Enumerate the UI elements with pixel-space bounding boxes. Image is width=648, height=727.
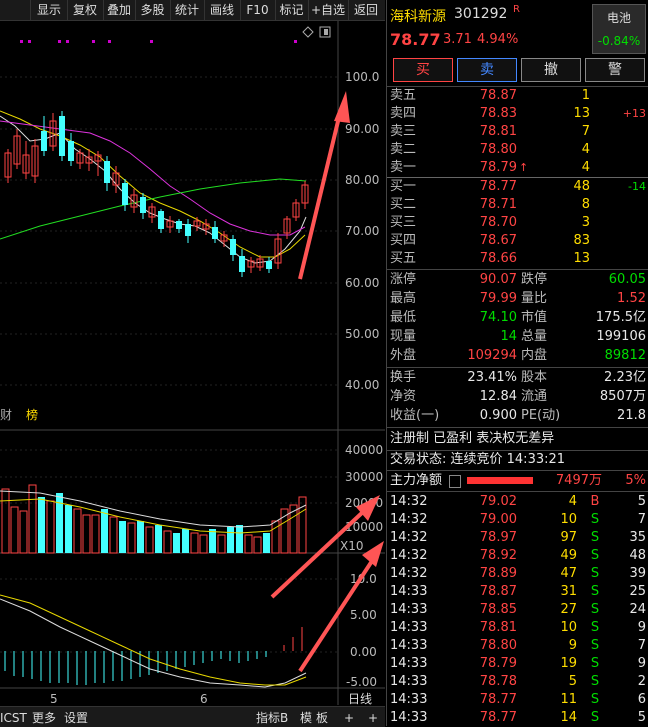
stat-row: 涨停 90.07 跌停 60.05: [390, 272, 646, 287]
chart-bottom-bar: ICST 更多 设置 指标B 模 板 + +: [0, 706, 385, 727]
add-panel-button[interactable]: +: [368, 709, 378, 727]
main-flow-label: 主力净额: [390, 473, 443, 488]
tick-row: 14:33 78.85 27 S 24: [390, 602, 646, 617]
tab-settings[interactable]: 设置: [64, 709, 88, 727]
toolbar-spacer: [0, 0, 31, 20]
ask-row: 卖五 78.87 1: [390, 88, 590, 103]
stat-row: 净资 12.84 流通 8507万: [390, 389, 646, 404]
list-icon: [449, 475, 461, 488]
price-tick: 90.00: [345, 122, 379, 136]
stat-row: 现量 14 总量 199106: [390, 329, 646, 344]
bid-row: 买四 78.67 83: [390, 233, 590, 248]
ask-row: 卖二 78.80 4: [390, 142, 590, 157]
toolbar-display[interactable]: 显示: [31, 0, 68, 20]
date-label: 5: [50, 692, 58, 705]
date-label: 6: [200, 692, 208, 705]
ask-row: 卖一 78.79 ↑ 4: [390, 160, 590, 175]
tab-indicator-b[interactable]: 指标B: [256, 709, 288, 727]
bid-row: 买二 78.71 8: [390, 197, 590, 212]
period-label: 日线: [348, 692, 372, 705]
trading-status: 交易状态: 连续竞价 14:33:21: [390, 452, 566, 467]
toolbar-draw[interactable]: 画线: [204, 0, 241, 20]
toolbar-stats[interactable]: 统计: [170, 0, 205, 20]
sector-tile[interactable]: 电池 -0.84%: [592, 4, 646, 54]
tab-icst[interactable]: ICST: [0, 709, 27, 727]
sector-change: -0.84%: [597, 34, 641, 48]
toolbar-multi-stock[interactable]: 多股: [135, 0, 171, 20]
stock-tags: 注册制 已盈利 表决权无差异: [390, 431, 555, 446]
quote-panel: 海科新源 301292 R 78.77 3.71 4.94% 电池 -0.84%…: [386, 0, 648, 726]
tick-row: 14:33 78.77 11 S 6: [390, 692, 646, 707]
tick-row: 14:33 78.80 9 S 7: [390, 638, 646, 653]
tick-row: 14:33 78.77 14 S 5: [390, 710, 646, 725]
mini-label: 财: [0, 408, 12, 422]
toolbar-mark[interactable]: 标记: [275, 0, 309, 20]
tick-row: 14:32 78.89 47 S 39: [390, 566, 646, 581]
bid-row: 买一 78.77 48 -14: [390, 179, 646, 194]
tick-row: 14:33 78.87 31 S 25: [390, 584, 646, 599]
tick-row: 14:33 78.78 5 S 2: [390, 674, 646, 689]
tick-row: 14:32 78.97 97 S 35: [390, 530, 646, 545]
stat-row: 最低 74.10 市值 175.5亿: [390, 310, 646, 325]
macd-tick: -5.00: [346, 675, 377, 689]
price-tick: 50.00: [345, 327, 379, 341]
price-change: 3.71: [443, 32, 472, 47]
toolbar-overlay[interactable]: 叠加: [103, 0, 136, 20]
macd-tick: 5.00: [350, 608, 377, 622]
toolbar-add-watchlist[interactable]: +自选: [308, 0, 349, 20]
alert-button[interactable]: 警: [585, 58, 645, 82]
tab-more[interactable]: 更多: [32, 709, 56, 727]
ask-row: 卖三 78.81 7: [390, 124, 590, 139]
mini-label: 榜: [26, 407, 38, 422]
macd-tick: 0.00: [350, 645, 377, 659]
bid-row: 买三 78.70 3: [390, 215, 590, 230]
price-change-pct: 4.94%: [477, 32, 519, 47]
main-flow-amount: 7497万: [555, 473, 602, 488]
volume-multiplier: X10: [340, 539, 364, 553]
tick-row: 14:33 78.81 10 S 9: [390, 620, 646, 635]
cancel-order-button[interactable]: 撤: [521, 58, 581, 82]
price-tick: 100.0: [345, 70, 379, 84]
kline-chart[interactable]: 100.0 90.00 80.00 70.00 60.00 50.00 40.0…: [0, 21, 385, 705]
add-indicator-button[interactable]: +: [344, 709, 354, 727]
stock-name: 海科新源: [390, 9, 446, 25]
price-tick: 80.00: [345, 173, 379, 187]
tick-row: 14:32 79.02 4 B 5: [390, 494, 646, 509]
main-flow-row[interactable]: 主力净额 7497万 5%: [387, 472, 648, 490]
volume-tick: 30000: [345, 470, 383, 484]
main-flow-bar: [467, 477, 533, 484]
toolbar-back[interactable]: 返回: [348, 0, 384, 20]
panel-toggle-icon: [319, 26, 331, 38]
stock-badge: R: [513, 4, 520, 15]
tick-row: 14:33 78.79 19 S 9: [390, 656, 646, 671]
toolbar-f10[interactable]: F10: [240, 0, 276, 20]
diamond-icon: [302, 26, 314, 38]
sector-name: 电池: [606, 11, 631, 25]
price-tick: 70.00: [345, 224, 379, 238]
sell-button[interactable]: 卖: [457, 58, 517, 82]
chart-toolbar: 显示 复权 叠加 多股 统计 画线 F10 标记 +自选 返回: [0, 0, 385, 21]
toolbar-adjust[interactable]: 复权: [67, 0, 104, 20]
stat-row: 外盘 109294 内盘 89812: [390, 348, 646, 363]
tab-template-a[interactable]: 模: [300, 709, 312, 727]
main-flow-pct: 5%: [625, 473, 646, 488]
ask-row: 卖四 78.83 13 +13: [390, 106, 646, 121]
stock-code: 301292: [454, 6, 508, 22]
price-tick: 60.00: [345, 276, 379, 290]
price-tick: 40.00: [345, 378, 379, 392]
stat-row: 换手 23.41% 股本 2.23亿: [390, 370, 646, 385]
stat-row: 最高 79.99 量比 1.52: [390, 291, 646, 306]
tick-row: 14:32 78.92 49 S 48: [390, 548, 646, 563]
tab-template-b[interactable]: 板: [316, 709, 328, 727]
last-price: 78.77: [390, 30, 441, 49]
buy-button[interactable]: 买: [393, 58, 453, 82]
volume-tick: 40000: [345, 443, 383, 457]
bid-row: 买五 78.66 13: [390, 251, 590, 266]
tick-row: 14:32 79.00 10 S 7: [390, 512, 646, 527]
stat-row: 收益(一) 0.900 PE(动) 21.8: [390, 408, 646, 423]
